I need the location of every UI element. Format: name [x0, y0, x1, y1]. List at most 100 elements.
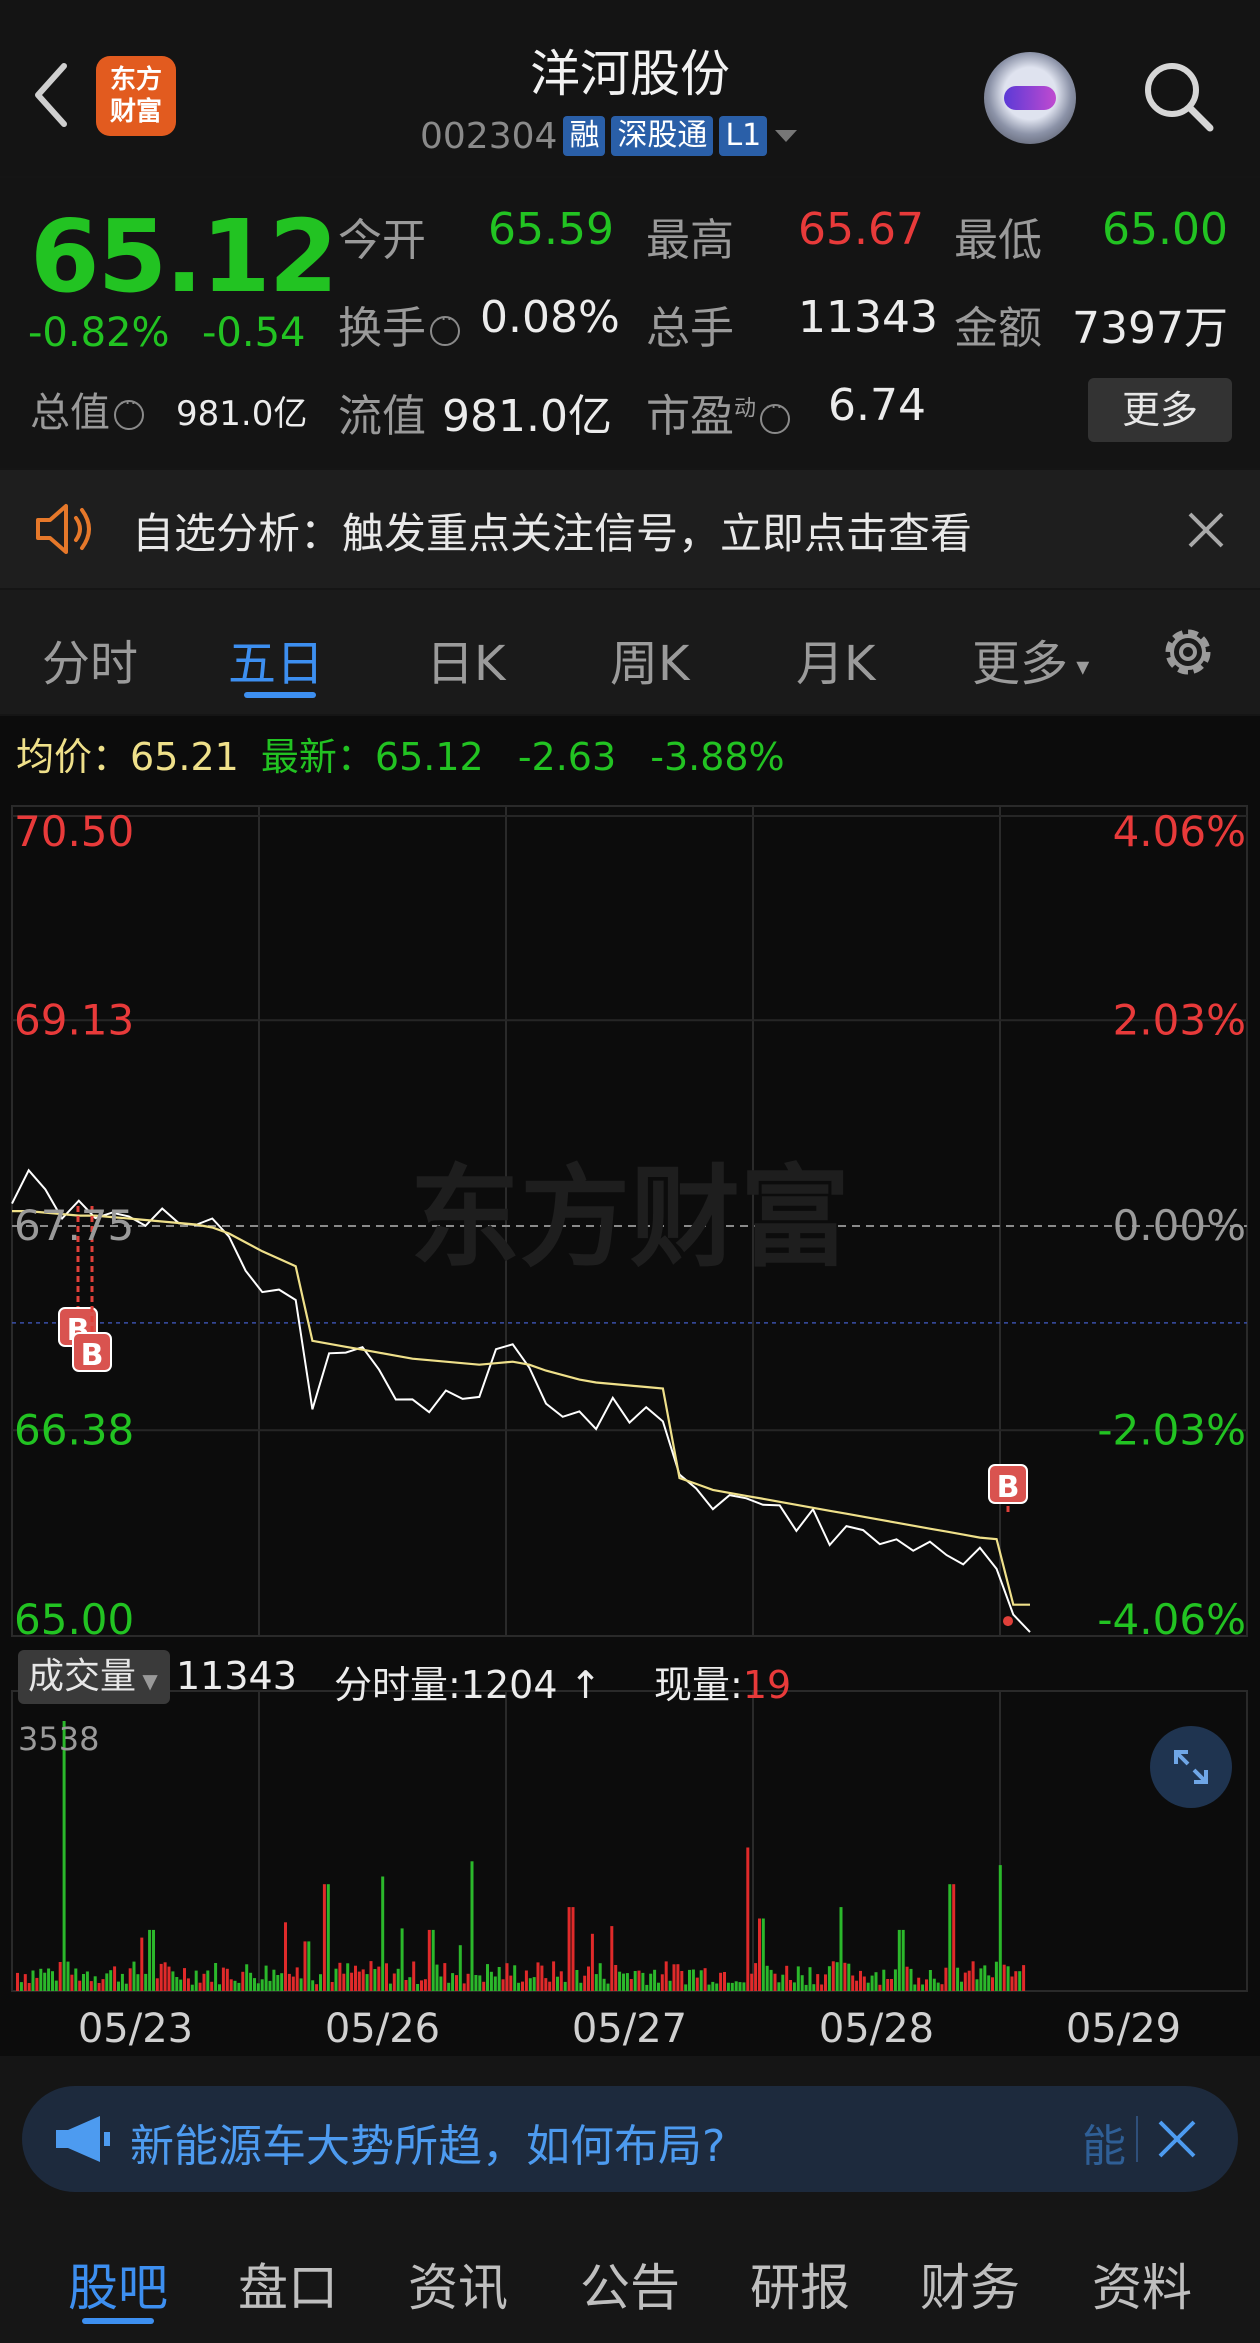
volume-bar: [140, 1937, 144, 1991]
volume-bar: [427, 1929, 431, 1991]
volume-bar: [684, 1984, 688, 1991]
close-icon[interactable]: [1186, 510, 1226, 550]
five-day-chart[interactable]: 均价：65.21 最新：65.12 -2.63 -3.88% 东方财富 BBB …: [0, 716, 1260, 2056]
volume-bar: [796, 1966, 800, 1991]
volume-bar: [758, 1918, 761, 1991]
volume-bar: [839, 1907, 843, 1991]
search-icon[interactable]: [1140, 58, 1216, 134]
volume-bar: [489, 1971, 493, 1991]
nav-finance[interactable]: 财务: [920, 2248, 1020, 2320]
info-icon[interactable]: [760, 397, 791, 434]
volume-bar: [812, 1984, 816, 1991]
amount-value: 7397万: [1072, 303, 1228, 354]
volume-bar: [960, 1981, 963, 1991]
volume-bar: [956, 1967, 960, 1991]
settings-gear-icon[interactable]: [1156, 620, 1220, 684]
volume-bar: [346, 1963, 350, 1991]
volume-bar: [295, 1967, 299, 1991]
tab-daily-k[interactable]: 日K: [426, 624, 505, 694]
tab-intraday[interactable]: 分时: [42, 624, 138, 694]
volume-bar: [31, 1970, 35, 1991]
info-icon[interactable]: [430, 309, 460, 346]
y-axis-left-label: 67.75: [14, 1201, 134, 1250]
nav-news[interactable]: 资讯: [408, 2248, 508, 2320]
tab-more[interactable]: 更多 ▾: [972, 624, 1089, 694]
fullscreen-button[interactable]: [1150, 1726, 1232, 1808]
volume-bar: [571, 1907, 575, 1991]
turnover-value: 0.08%: [480, 292, 620, 343]
volume-bar: [994, 1961, 998, 1991]
promo-banner[interactable]: 新能源车大势所趋，如何布局? 能: [22, 2086, 1238, 2192]
volume-bar: [35, 1977, 39, 1991]
nav-announcements[interactable]: 公告: [580, 2248, 680, 2320]
volume-bar: [897, 1929, 901, 1991]
volume-bar: [750, 1973, 754, 1991]
volume-bar: [237, 1982, 241, 1991]
volume-bar: [194, 1970, 198, 1991]
x-axis-date-label: 05/28: [819, 2006, 934, 2052]
volume-bar: [202, 1973, 206, 1991]
tab-monthly-k[interactable]: 月K: [796, 624, 875, 694]
volume-max-label: 3538: [18, 1720, 100, 1758]
volume-bar: [847, 1963, 851, 1991]
volume-bar: [765, 1965, 769, 1991]
volume-bar: [1010, 1976, 1014, 1991]
stock-code-line[interactable]: 002304 融 深股通 L1: [420, 112, 799, 160]
y-axis-left-label: 69.13: [14, 995, 134, 1044]
volume-bar: [82, 1974, 85, 1991]
volume-bar: [913, 1984, 917, 1991]
volume-bar: [501, 1979, 505, 1991]
volume-bar: [517, 1982, 521, 1991]
nav-research[interactable]: 研报: [750, 2248, 850, 2320]
nav-pankou[interactable]: 盘口: [238, 2248, 338, 2320]
buy-marker-label: B: [81, 1338, 104, 1373]
volume-bar: [816, 1974, 820, 1991]
volume-bar: [198, 1982, 202, 1991]
volume-bar: [377, 1966, 381, 1991]
info-icon[interactable]: [114, 393, 144, 430]
volume-bar: [664, 1961, 668, 1991]
volume-bar: [824, 1974, 827, 1991]
volume-bar: [245, 1964, 249, 1991]
volume-bar: [940, 1984, 944, 1991]
volume-bar: [719, 1972, 723, 1991]
volume-bar: [723, 1972, 726, 1991]
volume-bar: [214, 1963, 218, 1991]
volume-bar: [528, 1978, 532, 1991]
volume-bar: [944, 1967, 948, 1991]
pe-value: 6.74: [828, 380, 926, 431]
more-button[interactable]: 更多: [1088, 378, 1232, 442]
volume-bar: [23, 1974, 27, 1991]
x-axis-date-label: 05/29: [1066, 2006, 1181, 2052]
volume-bar: [163, 1962, 167, 1991]
header: 东方 财富 洋河股份 002304 融 深股通 L1: [0, 0, 1260, 176]
volume-bar: [672, 1964, 676, 1991]
tab-five-day[interactable]: 五日: [228, 624, 324, 694]
close-icon[interactable]: [1156, 2118, 1198, 2160]
volume-bar: [882, 1969, 886, 1991]
volume-bar: [657, 1982, 660, 1991]
volume-bar: [443, 1963, 447, 1991]
volume-bar: [420, 1980, 423, 1991]
volume-bar: [967, 1970, 971, 1991]
volume-bar: [66, 1961, 70, 1991]
volume-bar: [159, 1963, 163, 1991]
notice-bar[interactable]: 自选分析：触发重点关注信号，立即点击查看: [0, 470, 1260, 588]
nav-profile[interactable]: 资料: [1092, 2248, 1192, 2320]
volume-bar: [831, 1961, 835, 1991]
volume-bar: [614, 1965, 618, 1991]
volume-bar: [109, 1970, 113, 1991]
volume-bar: [486, 1964, 489, 1991]
volume-bar: [322, 1884, 326, 1991]
volume-bar: [827, 1966, 831, 1991]
volume-bar: [921, 1984, 925, 1991]
assistant-robot-icon[interactable]: [984, 52, 1076, 144]
volume-bar: [342, 1973, 346, 1991]
volume-bar: [439, 1976, 443, 1991]
volume-bar: [458, 1945, 462, 1991]
change-percent: -0.82%: [28, 310, 170, 356]
volume-bar: [357, 1971, 361, 1991]
volume-dropdown[interactable]: 成交量 ▼: [18, 1650, 170, 1704]
tab-weekly-k[interactable]: 周K: [610, 624, 689, 694]
nav-guba[interactable]: 股吧: [68, 2248, 168, 2320]
